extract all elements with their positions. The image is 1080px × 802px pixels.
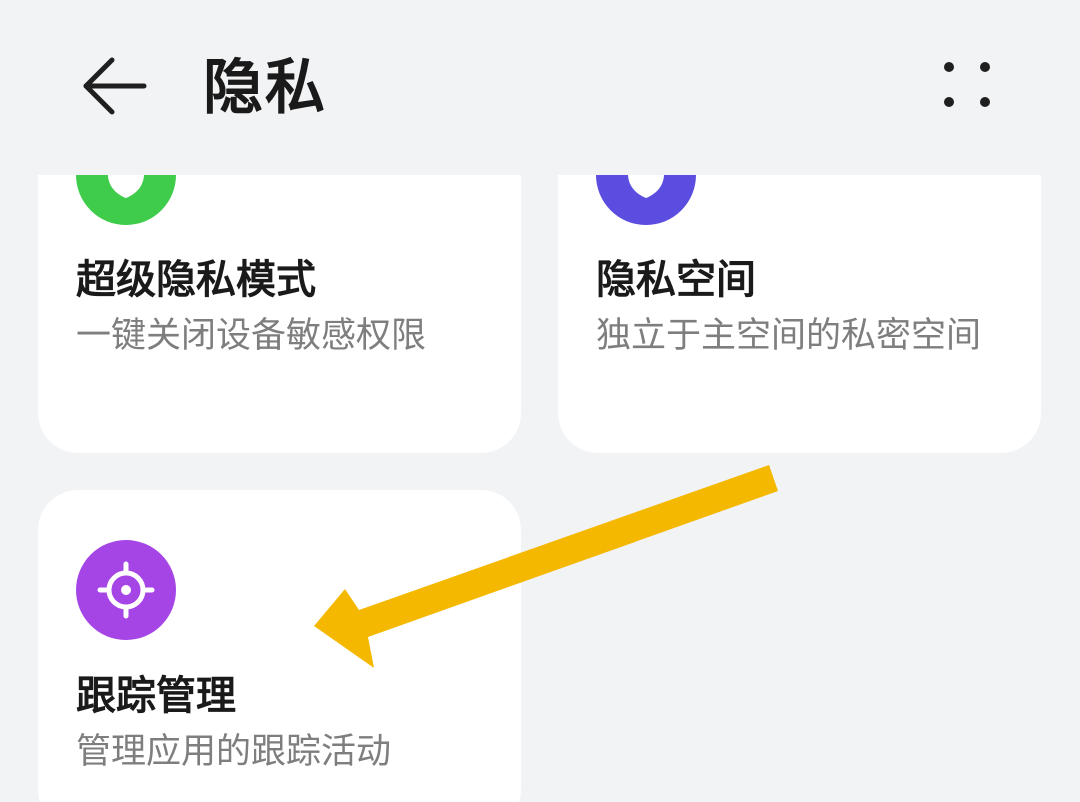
card-tracking-management[interactable]: 跟踪管理 管理应用的跟踪活动	[38, 490, 521, 802]
back-arrow-icon	[78, 56, 148, 120]
card-description: 一键关闭设备敏感权限	[76, 316, 427, 356]
more-options-button[interactable]	[924, 46, 1010, 126]
card-description: 独立于主空间的私密空间	[596, 316, 982, 356]
card-description: 管理应用的跟踪活动	[76, 732, 392, 772]
crosshair-icon	[76, 540, 176, 640]
privacy-settings-screen: 超级隐私模式 一键关闭设备敏感权限 隐私空间 独立于主空间的私密空间 跟踪管理 …	[0, 0, 1080, 802]
card-title: 跟踪管理	[76, 673, 236, 719]
card-title: 超级隐私模式	[76, 257, 316, 303]
card-super-privacy-mode[interactable]: 超级隐私模式 一键关闭设备敏感权限	[38, 130, 521, 453]
back-button[interactable]	[70, 50, 156, 126]
card-title: 隐私空间	[596, 257, 756, 303]
card-private-space[interactable]: 隐私空间 独立于主空间的私密空间	[558, 130, 1041, 453]
app-bar: 隐私	[0, 0, 1080, 175]
page-title: 隐私	[203, 53, 327, 123]
